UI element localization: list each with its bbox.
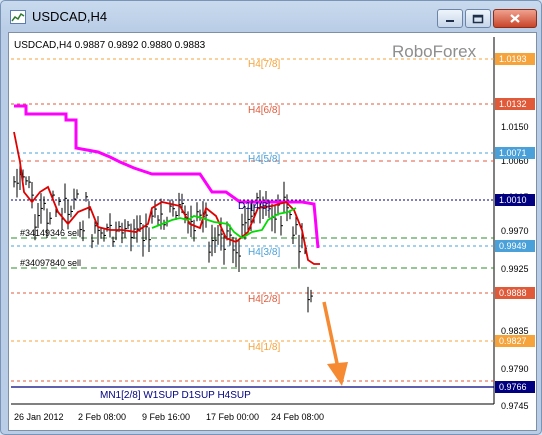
level-label-5-8: H4[5/8]	[248, 154, 280, 165]
roboforex-watermark: RoboForex	[392, 42, 477, 61]
price-tick: 0.9970	[501, 226, 529, 236]
price-tick: 0.9790	[501, 364, 529, 374]
price-axis: 1.0150 1.0060 1.0015 0.9970 0.9925 0.983…	[501, 122, 529, 411]
time-tick: 9 Feb 16:00	[142, 412, 190, 422]
time-tick: 17 Feb 00:00	[206, 412, 259, 422]
ma-red-line	[13, 131, 320, 265]
support-price-tag: 0.9766	[499, 382, 527, 392]
minimize-icon	[446, 19, 454, 22]
price-tag-7-8: 1.0193	[499, 54, 527, 64]
level-label-3-8: H4[3/8]	[248, 247, 280, 258]
price-tag-5-8: 1.0071	[499, 148, 527, 158]
d1-level-label: D1[4/8]	[238, 201, 270, 212]
order-label-2: #34097840 sell	[20, 258, 81, 268]
window-title: USDCAD,H4	[32, 9, 108, 24]
order-label-1: #34149346 sell	[20, 228, 81, 238]
price-tag-6-8: 1.0132	[499, 99, 527, 109]
level-label-2-8: H4[2/8]	[248, 294, 280, 305]
price-tag-3-8: 0.9949	[499, 241, 527, 251]
time-axis: 26 Jan 2012 2 Feb 08:00 9 Feb 16:00 17 F…	[14, 412, 324, 422]
chart-window: USDCAD,H4 USDCAD,H4 0.9887 0.9892 0.9880…	[0, 0, 542, 435]
level-label-7-8: H4[7/8]	[248, 59, 280, 70]
title-bar[interactable]: USDCAD,H4	[1, 1, 541, 33]
time-tick: 24 Feb 08:00	[271, 412, 324, 422]
price-chart[interactable]: USDCAD,H4 0.9887 0.9892 0.9880 0.9883 Ro…	[8, 32, 537, 431]
restore-icon	[472, 14, 484, 23]
forecast-arrow	[322, 301, 348, 386]
time-tick: 26 Jan 2012	[14, 412, 64, 422]
price-tick: 0.9835	[501, 326, 529, 336]
chart-canvas[interactable]: USDCAD,H4 0.9887 0.9892 0.9880 0.9883 Ro…	[9, 33, 536, 430]
price-tick: 0.9925	[501, 264, 529, 274]
minimize-button[interactable]	[437, 9, 463, 28]
chart-app-icon	[10, 10, 26, 24]
chart-header: USDCAD,H4 0.9887 0.9892 0.9880 0.9883	[14, 40, 206, 51]
close-button[interactable]	[493, 9, 537, 28]
support-label: MN1[2/8] W1SUP D1SUP H4SUP	[100, 390, 251, 401]
level-label-1-8: H4[1/8]	[248, 342, 280, 353]
current-price-tag: 1.0010	[499, 195, 527, 205]
level-label-6-8: H4[6/8]	[248, 105, 280, 116]
close-icon	[510, 14, 520, 23]
time-tick: 2 Feb 08:00	[78, 412, 126, 422]
maximize-button[interactable]	[465, 9, 491, 28]
price-tick: 0.9745	[501, 401, 529, 411]
price-tick: 1.0150	[501, 122, 529, 132]
price-tags: 1.0193 1.0132 1.0071 1.0010 0.9949 0.988…	[495, 53, 535, 393]
price-tag-1-8: 0.9827	[499, 336, 527, 346]
price-tag-2-8: 0.9888	[499, 288, 527, 298]
